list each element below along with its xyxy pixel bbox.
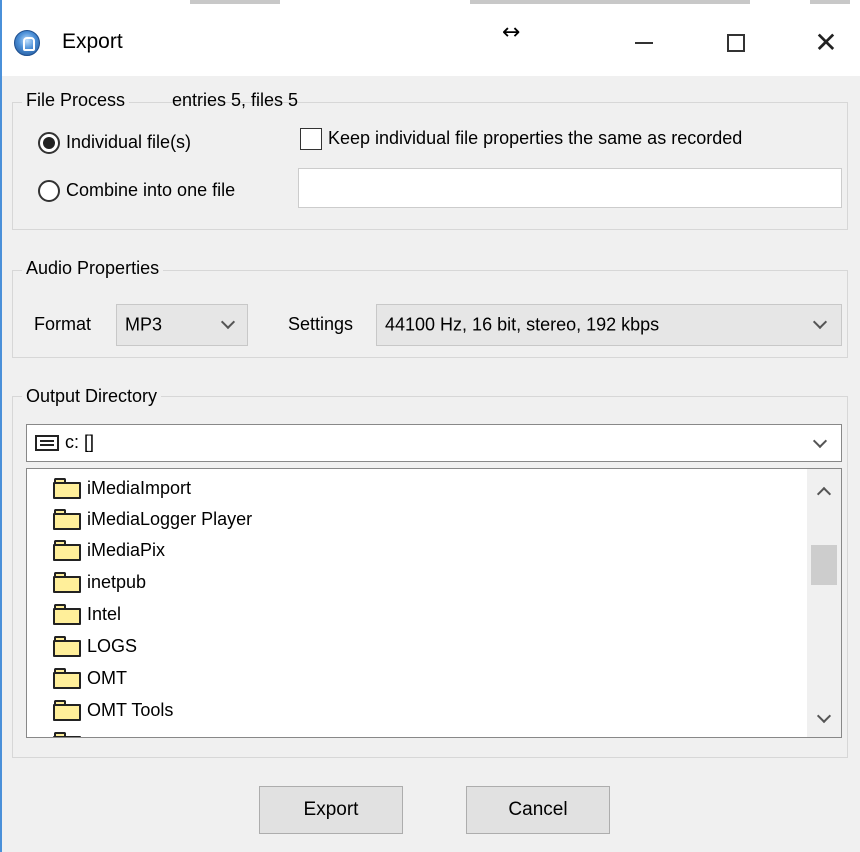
folder-list[interactable]: iMediaImport iMediaLogger Player iMediaP… [26,468,842,738]
folder-icon [53,509,81,530]
format-label: Format [34,314,92,334]
folder-item[interactable]: LOGS [53,631,137,661]
folder-icon [53,700,81,721]
format-value: MP3 [125,314,163,335]
folder-item[interactable]: iMediaLogger Player [53,504,252,534]
folder-item[interactable]: Intel [53,599,121,629]
chevron-down-icon [220,314,236,330]
scrollbar-thumb[interactable] [811,545,837,585]
folder-item[interactable]: iMediaImport [53,473,191,503]
app-icon [14,30,40,56]
folder-icon [53,604,81,625]
folder-item-partial[interactable] [53,727,87,737]
drive-icon [35,435,59,451]
cancel-button[interactable]: Cancel [466,786,610,834]
folder-icon [53,668,81,689]
folder-item[interactable]: inetpub [53,567,146,597]
folder-name: iMediaImport [87,477,192,498]
settings-value: 44100 Hz, 16 bit, stereo, 192 kbps [385,314,660,335]
individual-files-radio[interactable] [38,132,60,154]
resize-cursor-icon: ↔ [502,20,521,45]
folder-icon [53,478,81,499]
folder-icon [53,540,81,561]
folder-item[interactable]: OMT Tools [53,695,173,725]
export-button[interactable]: Export [259,786,403,834]
maximize-icon [727,34,745,52]
combine-one-file-radio[interactable] [38,180,60,202]
folder-name: OMT Tools [87,699,174,720]
window-frame-edge [0,0,2,852]
folder-icon [53,636,81,657]
maximize-button[interactable] [706,20,766,66]
individual-files-label[interactable]: Individual file(s) [66,132,191,153]
folder-icon [53,572,81,593]
folder-name: inetpub [87,571,147,592]
folder-name: iMediaLogger Player [87,508,253,529]
folder-name: iMediaPix [87,539,166,560]
output-directory-legend: Output Directory [22,386,162,407]
close-icon: ✕ [814,26,838,59]
folder-name: LOGS [87,635,138,656]
drive-select[interactable]: c: [] [26,424,842,462]
window-title: Export [62,30,123,53]
keep-properties-label[interactable]: Keep individual file properties the same… [328,128,742,149]
combine-one-file-label[interactable]: Combine into one file [66,180,235,201]
chevron-down-icon [812,433,828,449]
audio-properties-legend: Audio Properties [22,258,164,279]
settings-select[interactable]: 44100 Hz, 16 bit, stereo, 192 kbps [376,304,842,346]
file-process-summary: entries 5, files 5 [172,90,299,110]
title-bar[interactable]: Export ↔ ✕ [2,6,860,76]
folder-item[interactable]: OMT [53,663,127,693]
combined-filename-input[interactable] [298,168,842,208]
minimize-icon [635,42,653,44]
folder-item[interactable]: iMediaPix [53,535,165,565]
file-process-group [12,102,848,230]
minimize-button[interactable] [614,20,674,66]
folder-icon [53,732,81,737]
scroll-up-icon[interactable] [816,486,832,502]
folder-list-scrollbar[interactable] [807,469,841,737]
scroll-down-icon[interactable] [816,708,832,724]
file-process-legend: File Process [22,90,130,111]
settings-label: Settings [288,314,354,334]
close-button[interactable]: ✕ [796,20,856,66]
keep-properties-checkbox[interactable] [300,128,322,150]
drive-value: c: [] [65,432,95,452]
format-select[interactable]: MP3 [116,304,248,346]
folder-name: Intel [87,603,122,624]
folder-name: OMT [87,667,127,688]
chevron-down-icon [812,314,828,330]
